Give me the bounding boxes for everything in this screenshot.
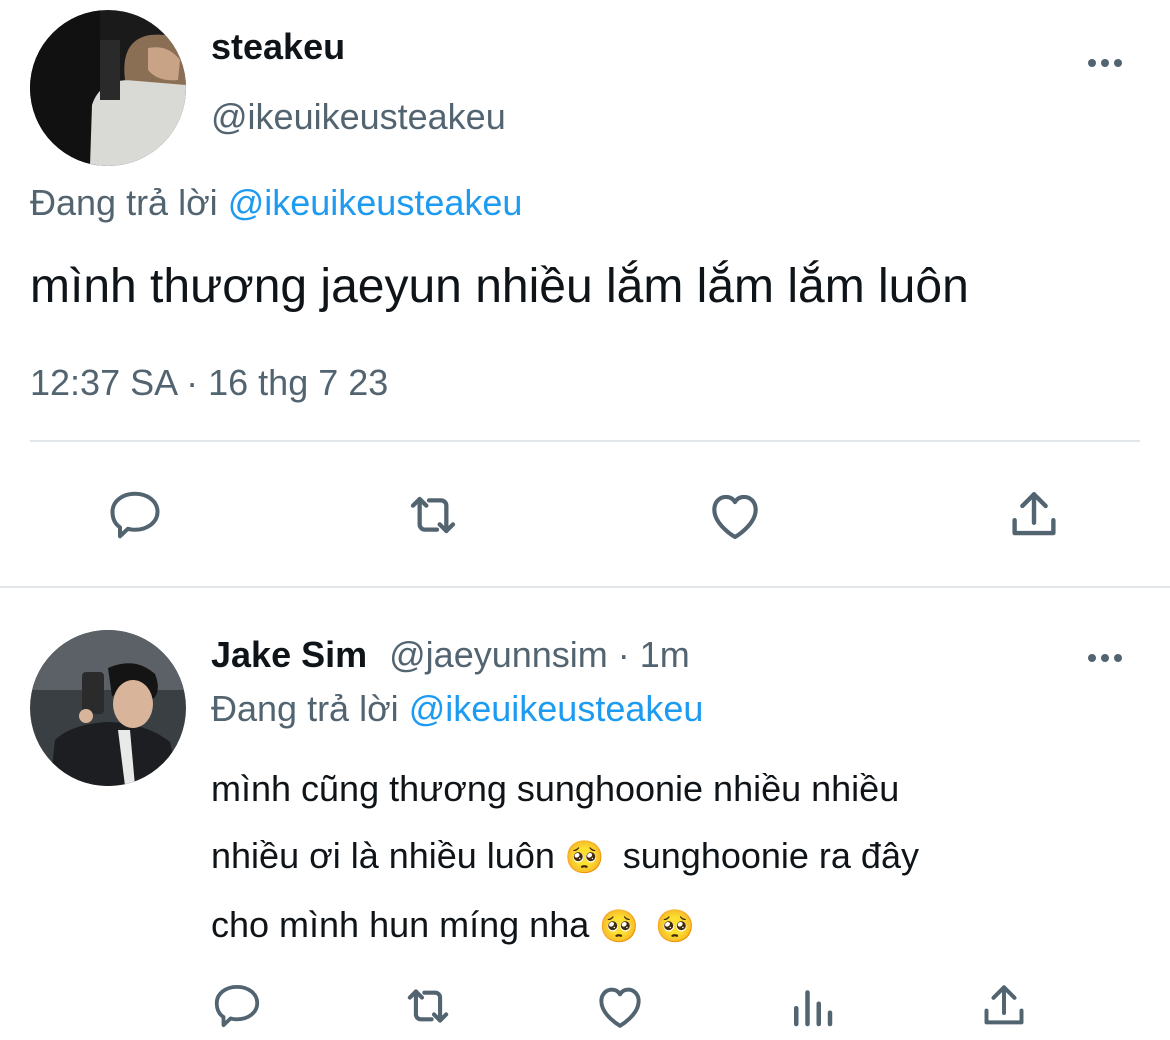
reply-header: Jake Sim @jaeyunnsim · 1m [211, 634, 690, 676]
reply-reply-context: Đang trả lời @ikeuikeusteakeu [211, 688, 703, 730]
pleading-face-emoji: 🥺 [655, 908, 695, 944]
reply-icon[interactable] [205, 974, 269, 1038]
main-display-name[interactable]: steakeu [211, 26, 345, 68]
main-reply-context: Đang trả lời @ikeuikeusteakeu [30, 182, 522, 224]
main-more-icon[interactable] [1086, 53, 1126, 73]
reply-text-segment: sunghoonie ra đây [622, 835, 919, 876]
main-tweet-text: mình thương jaeyun nhiều lắm lắm lắm luô… [30, 260, 969, 313]
like-icon[interactable] [588, 974, 652, 1038]
reply-text-line: mình cũng thương sunghoonie nhiều nhiều [211, 768, 900, 809]
main-handle[interactable]: @ikeuikeusteakeu [211, 96, 506, 138]
share-icon[interactable] [972, 974, 1036, 1038]
share-icon[interactable] [1002, 483, 1066, 547]
section-divider [0, 586, 1170, 588]
reply-display-name[interactable]: Jake Sim [211, 634, 367, 675]
reply-prefix: Đang trả lời [211, 688, 399, 729]
retweet-icon[interactable] [396, 974, 460, 1038]
reply-time[interactable]: · 1m [618, 634, 690, 675]
reply-text-segment: cho mình hun míng nha [211, 904, 590, 945]
retweet-icon[interactable] [401, 483, 465, 547]
reply-handle[interactable]: @jaeyunnsim [389, 634, 608, 675]
reply-text-line: nhiều ơi là nhiều luôn 🥺 sunghoonie ra đ… [211, 822, 919, 891]
reply-to-link[interactable]: @ikeuikeusteakeu [228, 182, 523, 223]
analytics-icon[interactable] [780, 974, 844, 1038]
reply-icon[interactable] [103, 483, 167, 547]
reply-text-segment: nhiều ơi là nhiều luôn [211, 835, 555, 876]
jake-sim-avatar[interactable] [30, 630, 186, 786]
divider [30, 440, 1140, 442]
main-timestamp[interactable]: 12:37 SA · 16 thg 7 23 [30, 362, 388, 404]
like-icon[interactable] [703, 483, 767, 547]
reply-tweet-text: mình cũng thương sunghoonie nhiều nhiều … [211, 755, 919, 960]
reply-to-link[interactable]: @ikeuikeusteakeu [409, 688, 704, 729]
pleading-face-emoji: 🥺 [564, 839, 605, 875]
reply-more-icon[interactable] [1086, 648, 1126, 668]
steakeu-avatar[interactable] [30, 10, 186, 166]
reply-text-line: cho mình hun míng nha 🥺 🥺 [211, 891, 919, 960]
reply-prefix: Đang trả lời [30, 182, 218, 223]
pleading-face-emoji: 🥺 [599, 908, 640, 944]
